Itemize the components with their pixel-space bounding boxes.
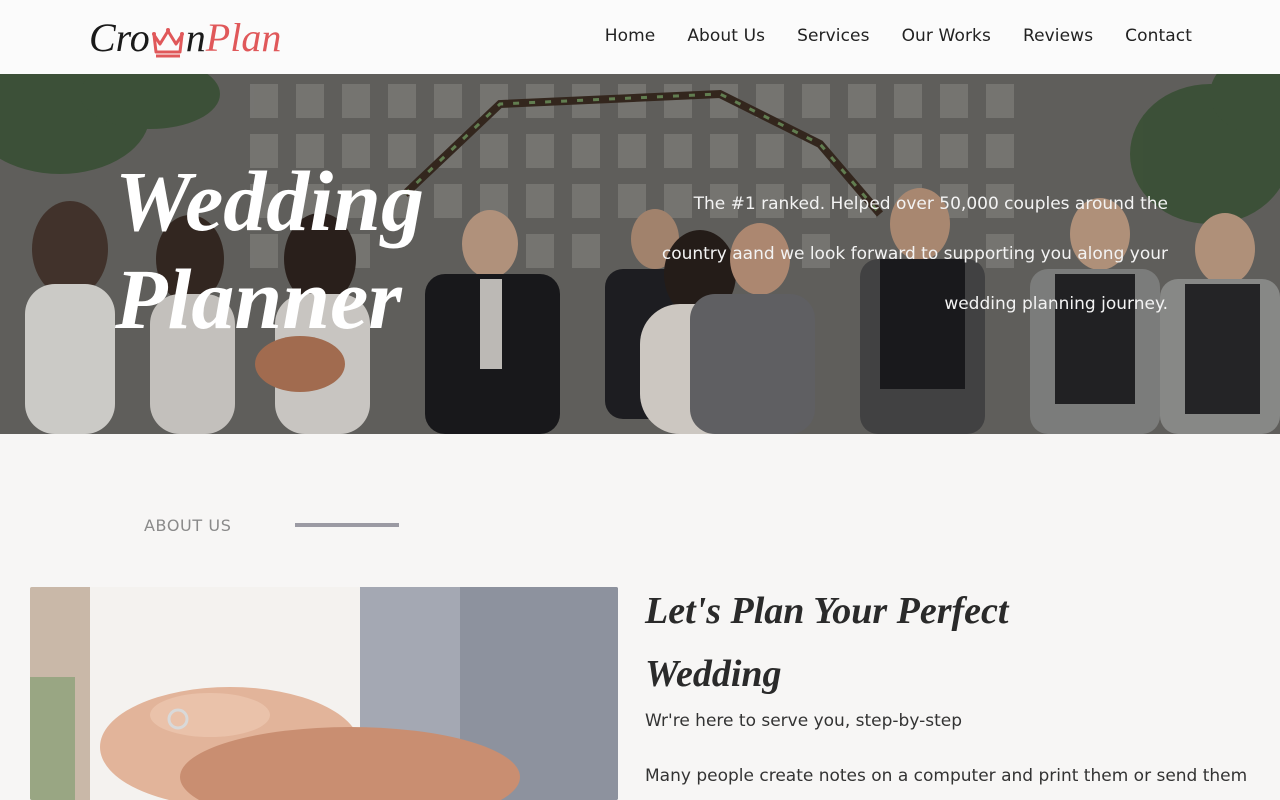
logo-text-plan: Plan xyxy=(205,15,282,60)
about-heading: Let's Plan Your Perfect Wedding xyxy=(645,580,1065,706)
hero-title: Wedding Planner xyxy=(115,152,475,348)
nav-contact[interactable]: Contact xyxy=(1125,26,1192,46)
about-body-text: Many people create notes on a computer a… xyxy=(645,766,1248,786)
nav-reviews[interactable]: Reviews xyxy=(1023,26,1093,46)
logo-text-cro: Cro xyxy=(89,15,150,60)
about-heading-line2: Wedding xyxy=(645,653,782,695)
nav-about-us[interactable]: About Us xyxy=(687,26,765,46)
about-subtitle: Wr're here to serve you, step-by-step xyxy=(645,711,963,731)
hero-title-line2: Planner xyxy=(115,251,402,347)
logo-text-n: n xyxy=(185,15,206,60)
nav-home[interactable]: Home xyxy=(605,26,656,46)
main-nav: Home About Us Services Our Works Reviews… xyxy=(605,26,1192,46)
section-label-about: ABOUT US xyxy=(144,516,232,535)
hero-title-line1: Wedding xyxy=(115,153,424,249)
hero-description: The #1 ranked. Helped over 50,000 couple… xyxy=(661,194,1168,314)
section-divider xyxy=(295,523,399,527)
nav-services[interactable]: Services xyxy=(797,26,870,46)
hero-banner: Wedding Planner The #1 ranked. Helped ov… xyxy=(0,74,1280,434)
logo[interactable]: Cro n Plan xyxy=(89,14,281,62)
site-header: Cro n Plan Home About Us Services Our Wo… xyxy=(0,0,1280,74)
about-heading-line1: Let's Plan Your Perfect xyxy=(645,590,1009,632)
nav-our-works[interactable]: Our Works xyxy=(902,26,991,46)
crown-icon xyxy=(151,22,185,58)
about-image xyxy=(30,587,618,800)
